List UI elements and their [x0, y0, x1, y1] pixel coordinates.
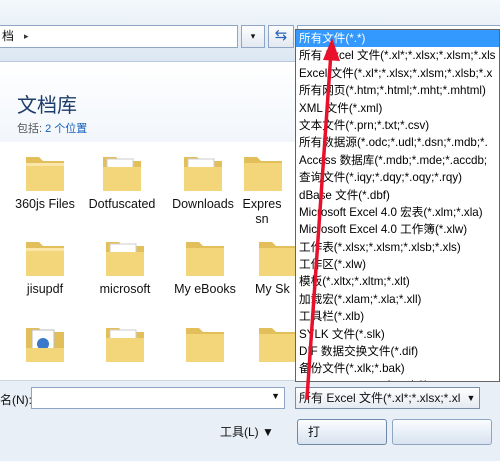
library-includes: 包括: 2 个位置 — [17, 120, 87, 136]
dropdown-option[interactable]: Microsoft Excel 4.0 宏表(*.xlm;*.xla) — [296, 204, 499, 221]
filename-label: 名(N): — [0, 393, 32, 407]
folder-icon — [26, 242, 64, 276]
address-field[interactable]: 档 ▸ — [0, 25, 238, 48]
dropdown-option[interactable]: Access 数据库(*.mdb;*.mde;*.accdb; — [296, 152, 499, 169]
open-button[interactable]: 打 — [297, 419, 387, 445]
dropdown-option[interactable]: XML 文件(*.xml) — [296, 100, 499, 117]
item-label: My Sk — [255, 282, 290, 296]
folder-icon — [106, 328, 144, 362]
dropdown-option[interactable]: dBase 文件(*.dbf) — [296, 187, 499, 204]
refresh-icon[interactable]: ⇆ — [268, 25, 294, 48]
dropdown-option[interactable]: DIF 数据交换文件(*.dif) — [296, 343, 499, 360]
dropdown-option[interactable]: 工具栏(*.xlb) — [296, 308, 499, 325]
folder-icon — [106, 242, 144, 276]
dropdown-option[interactable]: 模板(*.xltx;*.xltm;*.xlt) — [296, 273, 499, 290]
dropdown-option[interactable]: 备份文件(*.xlk;*.bak) — [296, 360, 499, 377]
folder-icon — [26, 157, 64, 191]
folder-item[interactable]: Dotfuscated — [87, 149, 157, 212]
folder-icon — [186, 242, 224, 276]
bottom-bar: 名(N): ▼ 所有 Excel 文件(*.xl*;*.xlsx;*.xl ▼ … — [0, 380, 500, 461]
dropdown-option[interactable]: 所有数据源(*.odc;*.udl;*.dsn;*.mdb;*. — [296, 134, 499, 151]
folder-item[interactable] — [90, 320, 160, 366]
dropdown-option[interactable]: 所有文件(*.*) — [296, 30, 499, 48]
folder-icon — [186, 328, 224, 362]
folder-icon — [244, 157, 282, 191]
filetype-selected: 所有 Excel 文件(*.xl*;*.xlsx;*.xl — [299, 391, 461, 405]
breadcrumb-arrow-icon[interactable]: ▸ — [24, 26, 29, 47]
dropdown-option[interactable]: 查询文件(*.iqy;*.dqy;*.oqy;*.rqy) — [296, 169, 499, 186]
folder-icon — [103, 157, 141, 191]
includes-label: 包括: — [17, 123, 43, 135]
chevron-down-icon[interactable]: ▼ — [463, 388, 479, 408]
item-label: Downloads — [172, 197, 234, 211]
item-label: 360js Files — [15, 197, 75, 211]
document-folder-icon — [26, 328, 64, 362]
dropdown-option[interactable]: 工作区(*.xlw) — [296, 256, 499, 273]
library-title: 文档库 — [17, 95, 77, 117]
dropdown-option[interactable]: 文本文件(*.prn;*.txt;*.csv) — [296, 117, 499, 134]
tools-button[interactable]: 工具(L) ▼ — [216, 421, 284, 443]
folder-icon — [184, 157, 222, 191]
folder-item[interactable]: Downloads — [168, 149, 238, 212]
filename-input[interactable]: ▼ — [31, 387, 285, 409]
secondary-button[interactable] — [392, 419, 492, 445]
dropdown-option[interactable]: SYLK 文件(*.slk) — [296, 326, 499, 343]
folder-item[interactable] — [170, 320, 240, 366]
address-history-button[interactable]: ▾ — [241, 25, 265, 48]
folder-item[interactable]: Expressn — [240, 149, 284, 227]
folder-item[interactable]: jisupdf — [10, 234, 80, 297]
chevron-down-icon[interactable]: ▼ — [271, 391, 280, 401]
dropdown-option[interactable]: 工作表(*.xlsx;*.xlsm;*.xlsb;*.xls) — [296, 239, 499, 256]
folder-item[interactable]: microsoft — [90, 234, 160, 297]
dropdown-option[interactable]: 所有网页(*.htm;*.html;*.mht;*.mhtml) — [296, 82, 499, 99]
folder-icon — [259, 328, 295, 362]
tools-label: 工具(L) — [220, 425, 259, 439]
dropdown-option[interactable]: 所有 Excel 文件(*.xl*;*.xlsx;*.xlsm;*.xls — [296, 47, 499, 64]
item-label: microsoft — [99, 282, 151, 296]
dropdown-option[interactable]: 加载宏(*.xlam;*.xla;*.xll) — [296, 291, 499, 308]
folder-item[interactable] — [10, 320, 80, 366]
folder-item[interactable]: 360js Files — [10, 149, 80, 212]
item-label: My eBooks — [174, 282, 236, 296]
folder-item[interactable] — [255, 320, 295, 366]
dropdown-option[interactable]: Excel 文件(*.xl*;*.xlsx;*.xlsm;*.xlsb;*.x — [296, 65, 499, 82]
open-label: 打 — [308, 425, 321, 439]
folder-item[interactable]: My Sk — [255, 234, 295, 297]
filetype-dropdown-list[interactable]: 所有文件(*.*) 所有 Excel 文件(*.xl*;*.xlsx;*.xlsm… — [295, 29, 500, 382]
dropdown-option[interactable]: Microsoft Excel 4.0 工作簿(*.xlw) — [296, 221, 499, 238]
filetype-select[interactable]: 所有 Excel 文件(*.xl*;*.xlsx;*.xl ▼ — [295, 387, 480, 409]
item-label: Dotfuscated — [88, 197, 156, 211]
folder-icon — [259, 242, 295, 276]
dropdown-option[interactable]: OpenDocument 电子表格(*.ods) — [296, 378, 499, 381]
locations-link[interactable]: 2 个位置 — [45, 123, 87, 135]
item-label: jisupdf — [26, 282, 64, 296]
address-text: 档 — [2, 29, 15, 43]
folder-item[interactable]: My eBooks — [170, 234, 240, 297]
item-label: Expressn — [242, 197, 282, 226]
